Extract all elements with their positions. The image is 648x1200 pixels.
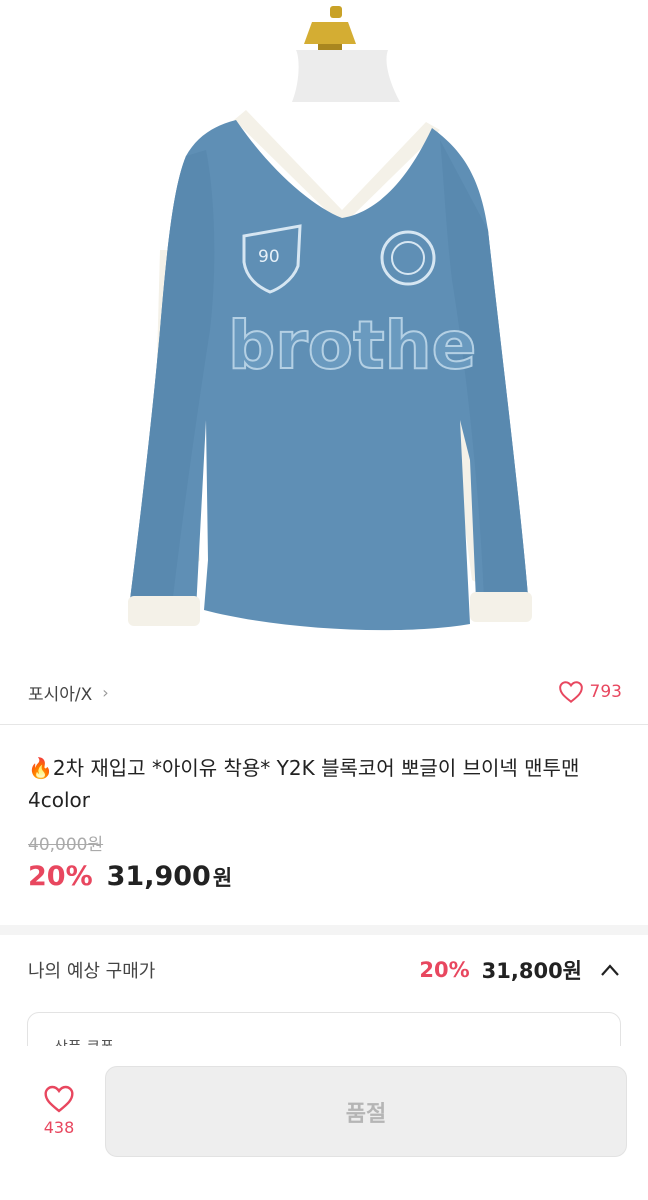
heart-outline-icon [558,681,583,704]
bottom-action-bar: 438 품절 [0,1046,648,1200]
price-unit: 원 [212,866,233,890]
store-name: 포시아/X [28,684,93,705]
store-like-count: 793 [589,682,622,702]
product-image[interactable]: 90 brothe [0,0,648,660]
price-row: 20% 31,900원 [28,861,232,892]
sweater-illustration: 90 brothe [128,6,532,631]
expected-price: 31,800원 [481,959,582,983]
expected-discount: 20% [419,958,470,982]
chevron-right-icon: › [102,682,109,702]
sale-price-value: 31,900 [106,861,211,892]
store-link[interactable]: 포시아/X › [28,680,109,705]
sold-out-button[interactable]: 품절 [105,1066,627,1157]
heart-outline-icon [44,1085,74,1113]
sale-price: 31,900원 [107,861,233,892]
wishlist-button[interactable]: 438 [26,1084,92,1150]
expected-price-value: 20% 31,800원 [419,955,620,985]
store-like-button[interactable]: 793 [558,680,622,704]
chevron-up-icon[interactable] [600,963,620,977]
product-detail-page: 90 brothe 포시아/X › 793 🔥2차 재입고 *아이유 착용* Y… [0,0,648,1200]
original-price: 40,000원 [28,835,104,855]
store-row: 포시아/X › 793 [0,660,648,724]
wishlist-count: 438 [43,1118,75,1137]
expected-price-label: 나의 예상 구매가 [28,961,156,982]
divider [0,724,648,725]
svg-text:90: 90 [258,247,280,267]
expected-price-row[interactable]: 나의 예상 구매가 20% 31,800원 [0,935,648,1005]
product-title: 🔥2차 재입고 *아이유 착용* Y2K 블록코어 뽀글이 브이넥 맨투맨 4c… [28,756,580,812]
discount-rate: 20% [28,861,93,892]
svg-text:brothe: brothe [228,307,476,384]
section-separator [0,925,648,935]
